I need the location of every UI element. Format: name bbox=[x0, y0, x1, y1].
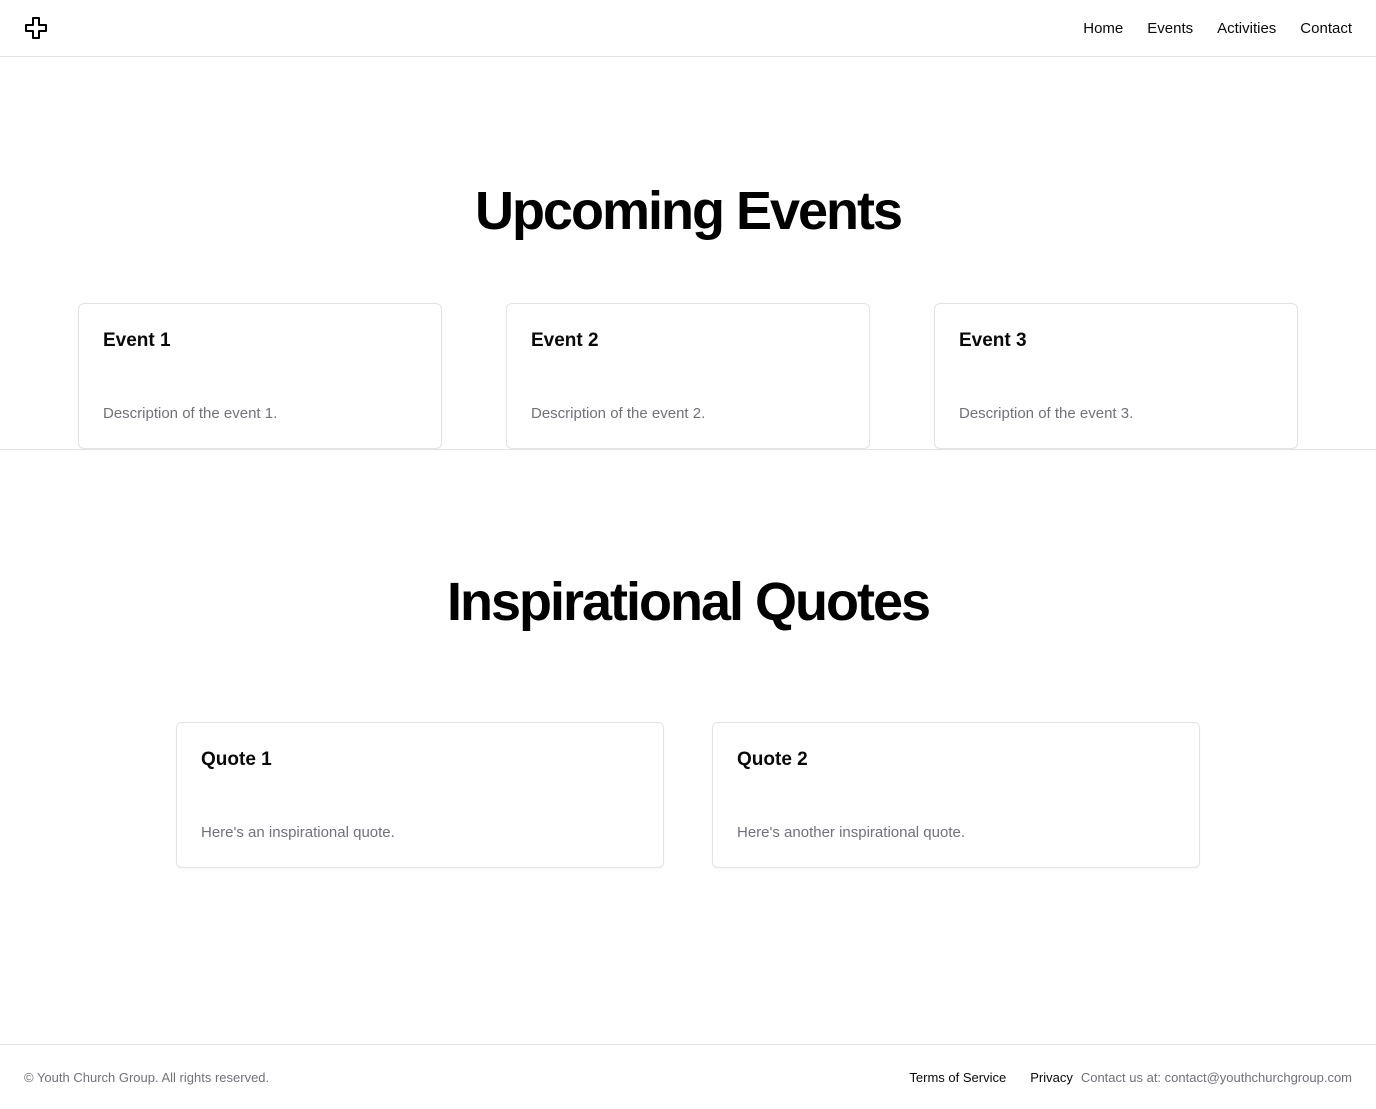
footer-links: Terms of Service Privacy Contact us at: … bbox=[909, 1070, 1352, 1085]
section-divider bbox=[0, 449, 1376, 450]
event-title: Event 1 bbox=[103, 330, 171, 351]
quote-title: Quote 2 bbox=[737, 749, 808, 770]
nav-home-link[interactable]: Home bbox=[1083, 20, 1123, 37]
terms-link[interactable]: Terms of Service bbox=[909, 1070, 1006, 1085]
quote-card: Quote 1 Here's an inspirational quote. bbox=[176, 722, 664, 868]
contact-text: Contact us at: contact@youthchurchgroup.… bbox=[1080, 1070, 1352, 1085]
quote-card: Quote 2 Here's another inspirational quo… bbox=[712, 722, 1200, 868]
event-title: Event 3 bbox=[959, 330, 1027, 351]
event-card: Event 1 Description of the event 1. bbox=[78, 303, 442, 449]
event-description: Description of the event 2. bbox=[531, 405, 706, 422]
event-description: Description of the event 3. bbox=[959, 405, 1134, 422]
quote-title: Quote 1 bbox=[201, 749, 272, 770]
events-heading: Upcoming Events bbox=[474, 181, 903, 241]
privacy-link[interactable]: Privacy bbox=[1030, 1070, 1073, 1085]
copyright-text: © Youth Church Group. All rights reserve… bbox=[24, 1070, 270, 1085]
nav-contact-link[interactable]: Contact bbox=[1300, 20, 1352, 37]
quote-text: Here's another inspirational quote. bbox=[737, 824, 966, 841]
nav-activities-link[interactable]: Activities bbox=[1217, 20, 1276, 37]
quotes-heading: Inspirational Quotes bbox=[446, 572, 931, 632]
site-header: Home Events Activities Contact bbox=[0, 0, 1376, 57]
main-nav: Home Events Activities Contact bbox=[1083, 0, 1352, 56]
quote-text: Here's an inspirational quote. bbox=[201, 824, 395, 841]
event-title: Event 2 bbox=[531, 330, 599, 351]
event-description: Description of the event 1. bbox=[103, 405, 278, 422]
event-card: Event 2 Description of the event 2. bbox=[506, 303, 870, 449]
nav-events-link[interactable]: Events bbox=[1147, 20, 1193, 37]
event-card: Event 3 Description of the event 3. bbox=[934, 303, 1298, 449]
cross-icon[interactable] bbox=[24, 16, 48, 40]
site-footer: © Youth Church Group. All rights reserve… bbox=[0, 1044, 1376, 1109]
